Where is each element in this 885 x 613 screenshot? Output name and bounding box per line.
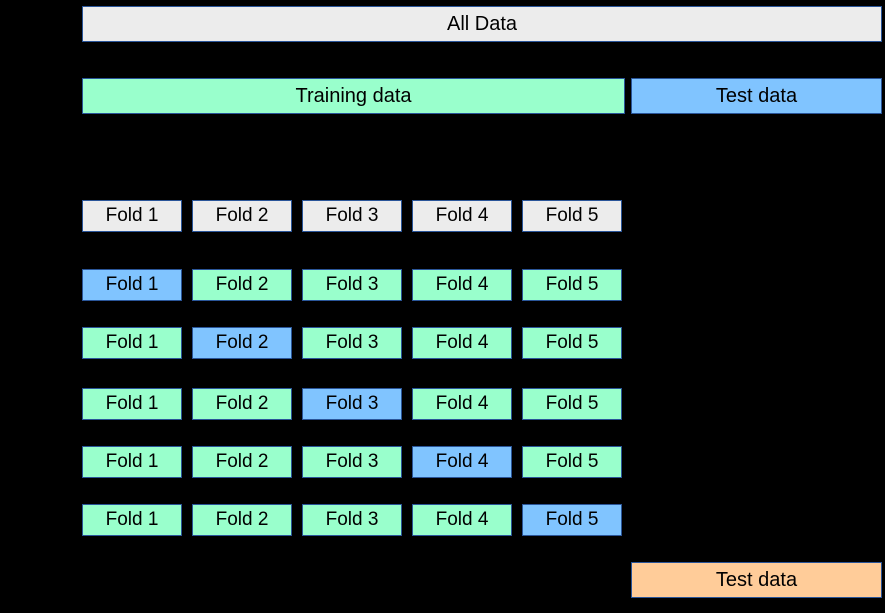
fold-label: Fold 4 xyxy=(436,332,489,354)
split5-fold2: Fold 2 xyxy=(192,504,292,536)
training-data-box: Training data xyxy=(82,78,625,114)
fold-label: Fold 1 xyxy=(106,509,159,531)
fold-label: Fold 5 xyxy=(546,393,599,415)
split5-fold4: Fold 4 xyxy=(412,504,512,536)
fold-label: Fold 3 xyxy=(326,393,379,415)
fold-label: Fold 5 xyxy=(546,332,599,354)
fold-label: Fold 2 xyxy=(216,393,269,415)
fold-label: Fold 2 xyxy=(216,509,269,531)
split1-fold2: Fold 2 xyxy=(192,269,292,301)
training-data-label: Training data xyxy=(296,85,412,108)
fold-label: Fold 5 xyxy=(546,451,599,473)
all-data-label: All Data xyxy=(447,13,517,36)
fold-label: Fold 5 xyxy=(546,205,599,227)
test-data-label-top: Test data xyxy=(716,85,797,108)
fold-label: Fold 2 xyxy=(216,451,269,473)
split2-fold2-validation: Fold 2 xyxy=(192,327,292,359)
fold-label: Fold 1 xyxy=(106,205,159,227)
fold-label: Fold 5 xyxy=(546,509,599,531)
split4-fold1: Fold 1 xyxy=(82,446,182,478)
split3-fold1: Fold 1 xyxy=(82,388,182,420)
fold-header-1: Fold 1 xyxy=(82,200,182,232)
split1-fold5: Fold 5 xyxy=(522,269,622,301)
fold-label: Fold 4 xyxy=(436,451,489,473)
fold-label: Fold 4 xyxy=(436,393,489,415)
split1-fold1-validation: Fold 1 xyxy=(82,269,182,301)
fold-label: Fold 3 xyxy=(326,451,379,473)
split2-fold3: Fold 3 xyxy=(302,327,402,359)
split5-fold3: Fold 3 xyxy=(302,504,402,536)
split2-fold1: Fold 1 xyxy=(82,327,182,359)
split2-fold5: Fold 5 xyxy=(522,327,622,359)
test-data-label-bottom: Test data xyxy=(716,569,797,592)
fold-label: Fold 1 xyxy=(106,274,159,296)
fold-label: Fold 4 xyxy=(436,274,489,296)
fold-header-2: Fold 2 xyxy=(192,200,292,232)
fold-label: Fold 1 xyxy=(106,451,159,473)
split3-fold2: Fold 2 xyxy=(192,388,292,420)
fold-header-5: Fold 5 xyxy=(522,200,622,232)
fold-label: Fold 1 xyxy=(106,332,159,354)
fold-label: Fold 4 xyxy=(436,205,489,227)
fold-label: Fold 3 xyxy=(326,509,379,531)
test-data-box-bottom: Test data xyxy=(631,562,882,598)
fold-header-3: Fold 3 xyxy=(302,200,402,232)
fold-label: Fold 2 xyxy=(216,332,269,354)
fold-label: Fold 3 xyxy=(326,205,379,227)
split1-fold4: Fold 4 xyxy=(412,269,512,301)
split4-fold3: Fold 3 xyxy=(302,446,402,478)
split4-fold5: Fold 5 xyxy=(522,446,622,478)
split3-fold4: Fold 4 xyxy=(412,388,512,420)
test-data-box-top: Test data xyxy=(631,78,882,114)
all-data-box: All Data xyxy=(82,6,882,42)
split2-fold4: Fold 4 xyxy=(412,327,512,359)
split5-fold5-validation: Fold 5 xyxy=(522,504,622,536)
fold-label: Fold 3 xyxy=(326,332,379,354)
split1-fold3: Fold 3 xyxy=(302,269,402,301)
split5-fold1: Fold 1 xyxy=(82,504,182,536)
split3-fold3-validation: Fold 3 xyxy=(302,388,402,420)
fold-label: Fold 2 xyxy=(216,274,269,296)
fold-label: Fold 2 xyxy=(216,205,269,227)
split4-fold2: Fold 2 xyxy=(192,446,292,478)
fold-label: Fold 3 xyxy=(326,274,379,296)
fold-label: Fold 1 xyxy=(106,393,159,415)
fold-label: Fold 4 xyxy=(436,509,489,531)
split3-fold5: Fold 5 xyxy=(522,388,622,420)
fold-header-4: Fold 4 xyxy=(412,200,512,232)
split4-fold4-validation: Fold 4 xyxy=(412,446,512,478)
fold-label: Fold 5 xyxy=(546,274,599,296)
